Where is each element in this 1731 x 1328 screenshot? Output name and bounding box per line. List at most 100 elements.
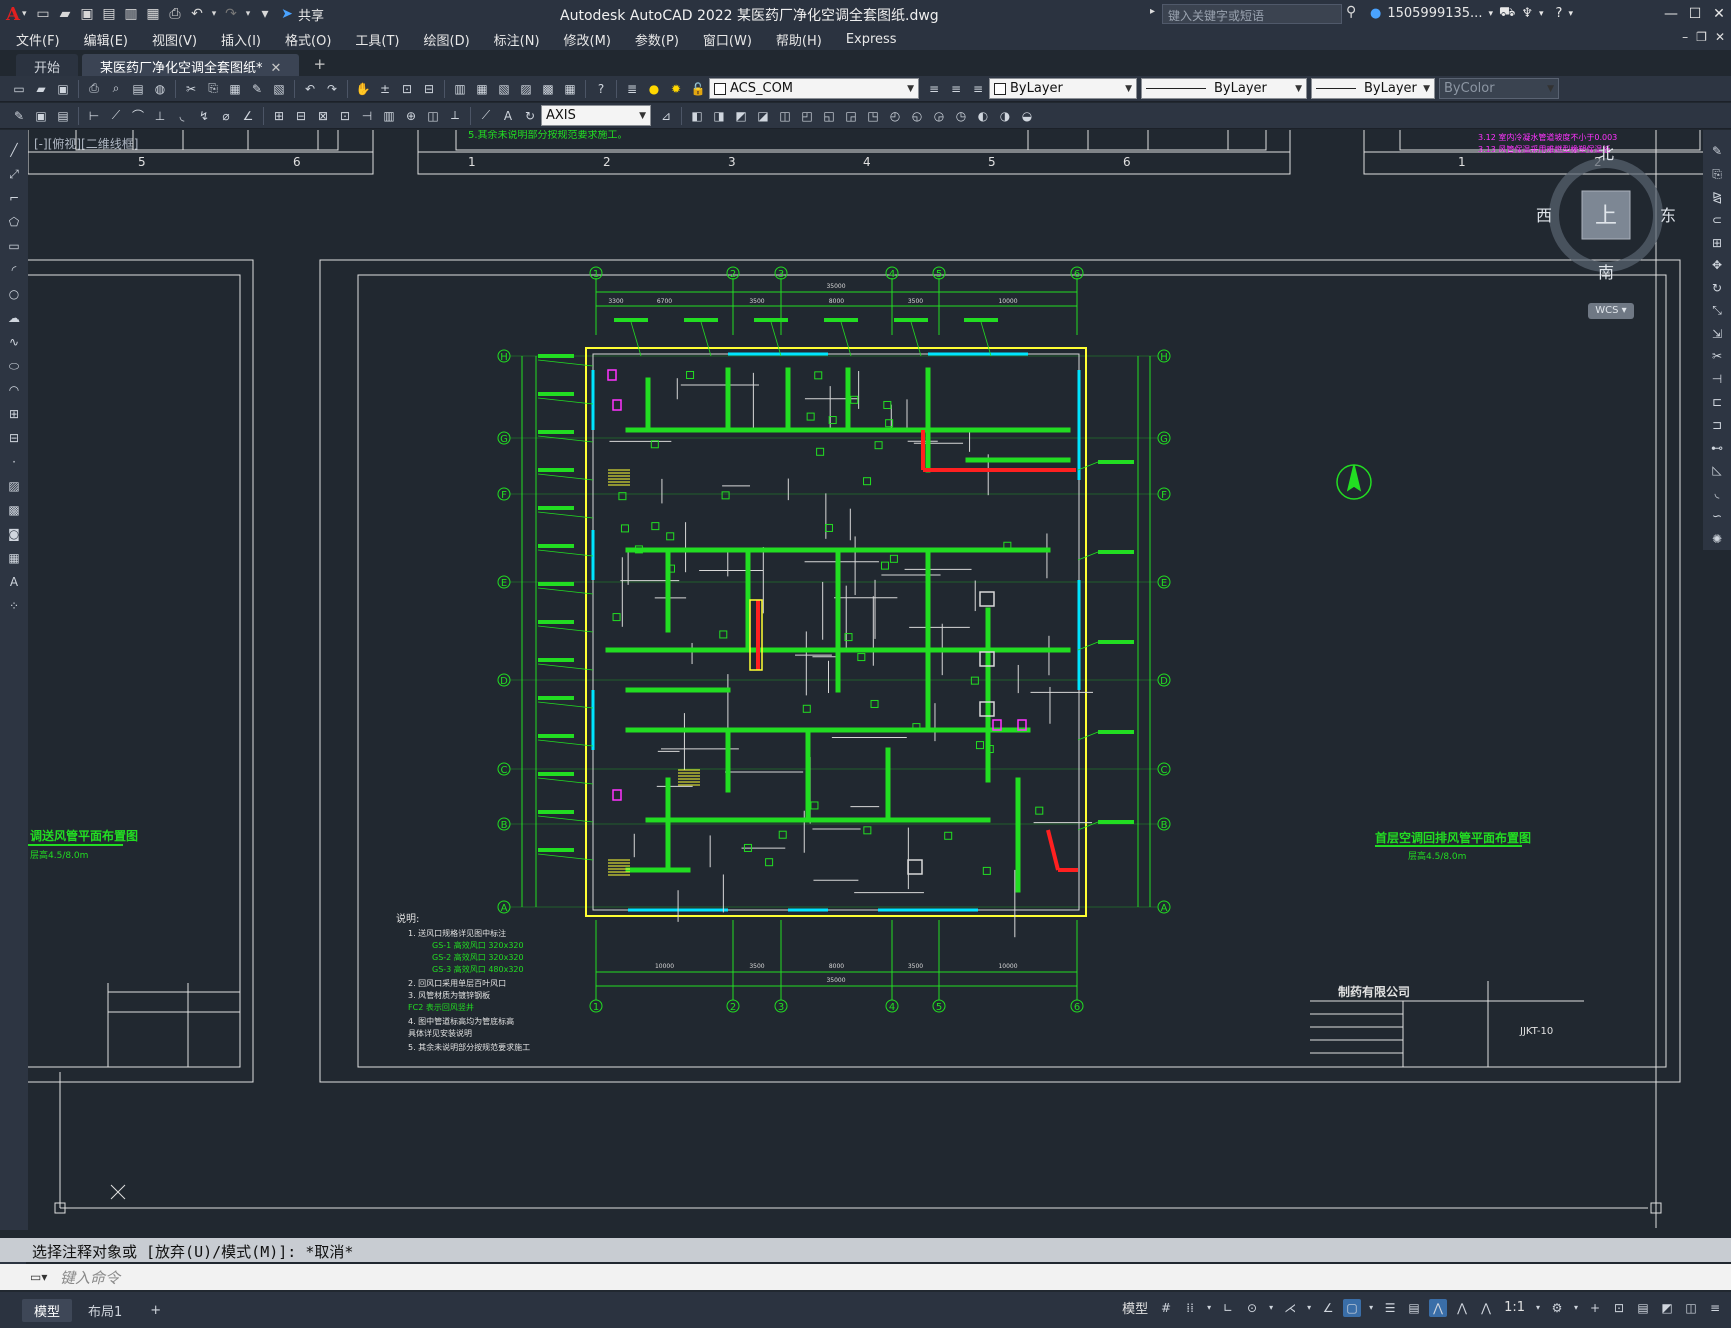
drawing-canvas[interactable]: [-][俯视][二维线框] 5 6 5.其余未说明部分按规范要求施工。 1 2 3 4…	[28, 130, 1703, 1236]
user-icon[interactable]: ●	[1370, 6, 1381, 21]
menu-view[interactable]: 视图(V)	[152, 30, 197, 49]
erase-icon[interactable]: ✎	[1708, 143, 1726, 160]
tab-current-drawing[interactable]: 某医药厂净化空调全套图纸* ✕	[82, 54, 300, 76]
snap-icon[interactable]: ⁞⁞	[1181, 1299, 1199, 1317]
customization-icon[interactable]: ≡	[1706, 1299, 1724, 1317]
array-icon[interactable]: ⊞	[1708, 234, 1726, 251]
hatch-icon[interactable]: ▨	[5, 477, 23, 495]
menu-edit[interactable]: 编辑(E)	[84, 30, 128, 49]
annotation-visibility-icon[interactable]: ⋀	[1429, 1298, 1448, 1317]
make-block-icon[interactable]: ⊟	[5, 429, 23, 447]
block-editor-icon[interactable]: ▧	[270, 80, 288, 98]
trim-icon[interactable]: ✂	[1708, 348, 1726, 365]
viewport-label[interactable]: [-][俯视][二维线框]	[34, 136, 138, 151]
stretch-icon[interactable]: ⇲	[1708, 325, 1726, 342]
viewcube-top-label[interactable]: 上	[1595, 204, 1617, 229]
plot-icon[interactable]: ⎙	[164, 3, 186, 25]
rotate-icon[interactable]: ↻	[1708, 280, 1726, 297]
share-icon[interactable]: ➤	[276, 3, 298, 25]
space-dim-icon[interactable]: ⊡	[336, 107, 354, 125]
break-dim-icon[interactable]: ⊣	[358, 107, 376, 125]
viewcube-south[interactable]: 南	[1598, 263, 1614, 282]
add-layout-icon[interactable]: +	[138, 1301, 173, 1320]
tab-start[interactable]: 开始	[16, 54, 79, 76]
share-label[interactable]: 共享	[298, 5, 324, 24]
save-as-icon[interactable]: ▤	[98, 3, 120, 25]
new-icon[interactable]: ▭	[10, 80, 28, 98]
add-icon[interactable]: +	[1586, 1299, 1604, 1317]
subtract-icon[interactable]: ◨	[710, 107, 728, 125]
construction-line-icon[interactable]: ⤢	[5, 165, 23, 183]
cart-icon[interactable]: ⛟	[1499, 5, 1515, 22]
cut-icon[interactable]: ✂	[182, 80, 200, 98]
isodraft-icon[interactable]: ⋌	[1281, 1299, 1299, 1317]
delete-faces-icon[interactable]: ◱	[820, 107, 838, 125]
plot-preview-icon[interactable]: ⌕	[107, 80, 125, 98]
imprint-icon[interactable]: ◶	[930, 107, 948, 125]
undo-dropdown-icon[interactable]: ▾	[208, 3, 220, 25]
user-dropdown-icon[interactable]: ▾	[1488, 9, 1493, 19]
ortho-icon[interactable]: ∟	[1219, 1299, 1237, 1317]
3d-print-icon[interactable]: ◍	[151, 80, 169, 98]
angular-dim-icon[interactable]: ∠	[239, 107, 257, 125]
edit-icon[interactable]: ✎	[10, 107, 28, 125]
zoom-realtime-icon[interactable]: ±	[376, 80, 394, 98]
restore-icon[interactable]: ▤	[54, 107, 72, 125]
layer-lock-icon[interactable]: 🔓	[689, 80, 707, 98]
open-icon[interactable]: ▰	[32, 80, 50, 98]
viewcube-east[interactable]: 东	[1660, 206, 1676, 225]
new-tab-icon[interactable]: +	[303, 52, 336, 76]
scale-dropdown-icon[interactable]: ▾	[1534, 1299, 1542, 1317]
workspace-icon[interactable]: ⚙	[1548, 1299, 1566, 1317]
save-web-icon[interactable]: ▦	[142, 3, 164, 25]
units-icon[interactable]: ⊡	[1610, 1299, 1628, 1317]
workspace-dropdown-icon[interactable]: ▾	[1572, 1299, 1580, 1317]
menu-draw[interactable]: 绘图(D)	[424, 30, 470, 49]
aligned-dim-icon[interactable]: ⟋	[107, 107, 125, 125]
command-input[interactable]: 键入命令	[60, 1267, 120, 1288]
autodesk-app-icon[interactable]: ♆	[1521, 6, 1533, 21]
ellipse-arc-icon[interactable]: ◠	[5, 381, 23, 399]
union-icon[interactable]: ◧	[688, 107, 706, 125]
undo-icon[interactable]: ↶	[301, 80, 319, 98]
osnap-dropdown-icon[interactable]: ▾	[1367, 1299, 1375, 1317]
doc-restore-icon[interactable]: ❐	[1696, 30, 1707, 44]
dim-style-dropdown[interactable]: AXIS ▼	[541, 105, 651, 126]
menu-format[interactable]: 格式(O)	[285, 30, 331, 49]
menu-express[interactable]: Express	[846, 32, 897, 47]
table-icon[interactable]: ▦	[5, 549, 23, 567]
transparency-icon[interactable]: ▤	[1405, 1299, 1423, 1317]
inspect-icon[interactable]: ◫	[424, 107, 442, 125]
quick-properties-icon[interactable]: ▤	[1634, 1299, 1652, 1317]
jogged-linear-icon[interactable]: ⟂	[446, 107, 464, 125]
mtext-icon[interactable]: A	[5, 573, 23, 591]
auto-scale-icon[interactable]: ⋀	[1453, 1299, 1471, 1317]
zoom-window-icon[interactable]: ⊡	[398, 80, 416, 98]
lineweight-icon[interactable]: ☰	[1381, 1299, 1399, 1317]
minimize-icon[interactable]: —	[1659, 0, 1683, 28]
viewcube-north[interactable]: 北	[1598, 144, 1614, 163]
menu-dimension[interactable]: 标注(N)	[494, 30, 540, 49]
paste-icon[interactable]: ▦	[226, 80, 244, 98]
move-icon[interactable]: ✥	[1708, 257, 1726, 274]
maximize-icon[interactable]: ☐	[1683, 0, 1707, 28]
revcloud-icon[interactable]: ☁	[5, 309, 23, 327]
wcs-menu[interactable]: WCS ▾	[1588, 303, 1634, 319]
arc-length-icon[interactable]: ⌒	[129, 107, 147, 125]
save-state-icon[interactable]: ▣	[32, 107, 50, 125]
polar-dropdown-icon[interactable]: ▾	[1267, 1299, 1275, 1317]
color-faces-icon[interactable]: ◵	[908, 107, 926, 125]
isolate-objects-icon[interactable]: ◫	[1682, 1299, 1700, 1317]
mirror-icon[interactable]: ⧎	[1708, 189, 1726, 206]
object-snap-tracking-icon[interactable]: ∠	[1319, 1299, 1337, 1317]
app-dropdown-icon[interactable]: ▾	[1539, 9, 1544, 19]
dim-text-edit-icon[interactable]: A	[499, 107, 517, 125]
tool-palettes-icon[interactable]: ▧	[495, 80, 513, 98]
move-faces-icon[interactable]: ◫	[776, 107, 794, 125]
offset-faces-icon[interactable]: ◰	[798, 107, 816, 125]
object-snap-icon[interactable]: ▢	[1343, 1298, 1362, 1317]
menu-help[interactable]: 帮助(H)	[776, 30, 822, 49]
copy-faces-icon[interactable]: ◴	[886, 107, 904, 125]
autocad-logo-icon[interactable]: A ▾	[6, 2, 32, 26]
break-at-point-icon[interactable]: ⊏	[1708, 394, 1726, 411]
